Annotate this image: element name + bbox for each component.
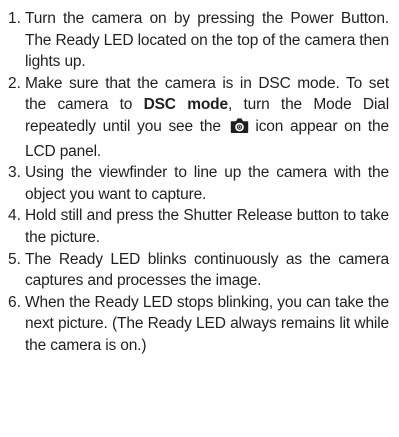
step-4: 4. Hold still and press the Shutter Rele… [8, 205, 389, 248]
step-text: Turn the camera on by pressing the Power… [25, 10, 389, 71]
step-number: 3. [8, 164, 21, 182]
step-text: When the Ready LED stops blinking, you c… [25, 293, 389, 354]
step-1: 1. Turn the camera on by pressing the Po… [8, 8, 389, 73]
step-5: 5. The Ready LED blinks continuously as … [8, 249, 389, 292]
step-number: 4. [8, 207, 21, 225]
step-6: 6. When the Ready LED stops blinking, yo… [8, 292, 389, 357]
dsc-mode-emphasis: DSC mode [143, 96, 229, 114]
step-text: Hold still and press the Shutter Release… [25, 207, 389, 246]
step-number: 5. [8, 250, 21, 268]
step-number: 1. [8, 10, 21, 27]
step-number: 6. [8, 293, 21, 311]
camera-icon [230, 117, 249, 141]
instruction-steps-list: 1. Turn the camera on by pressing the Po… [8, 8, 389, 357]
step-2: 2. Make sure that the camera is in DSC m… [8, 73, 389, 162]
step-text: Make sure that the camera is in DSC mode… [25, 73, 389, 162]
step-3: 3. Using the viewfinder to line up the c… [8, 162, 389, 205]
step-text: Using the viewfinder to line up the came… [25, 164, 389, 203]
step-number: 2. [8, 74, 21, 92]
instructions-page: 1. Turn the camera on by pressing the Po… [0, 0, 399, 437]
step-text: The Ready LED blinks continuously as the… [25, 250, 389, 290]
